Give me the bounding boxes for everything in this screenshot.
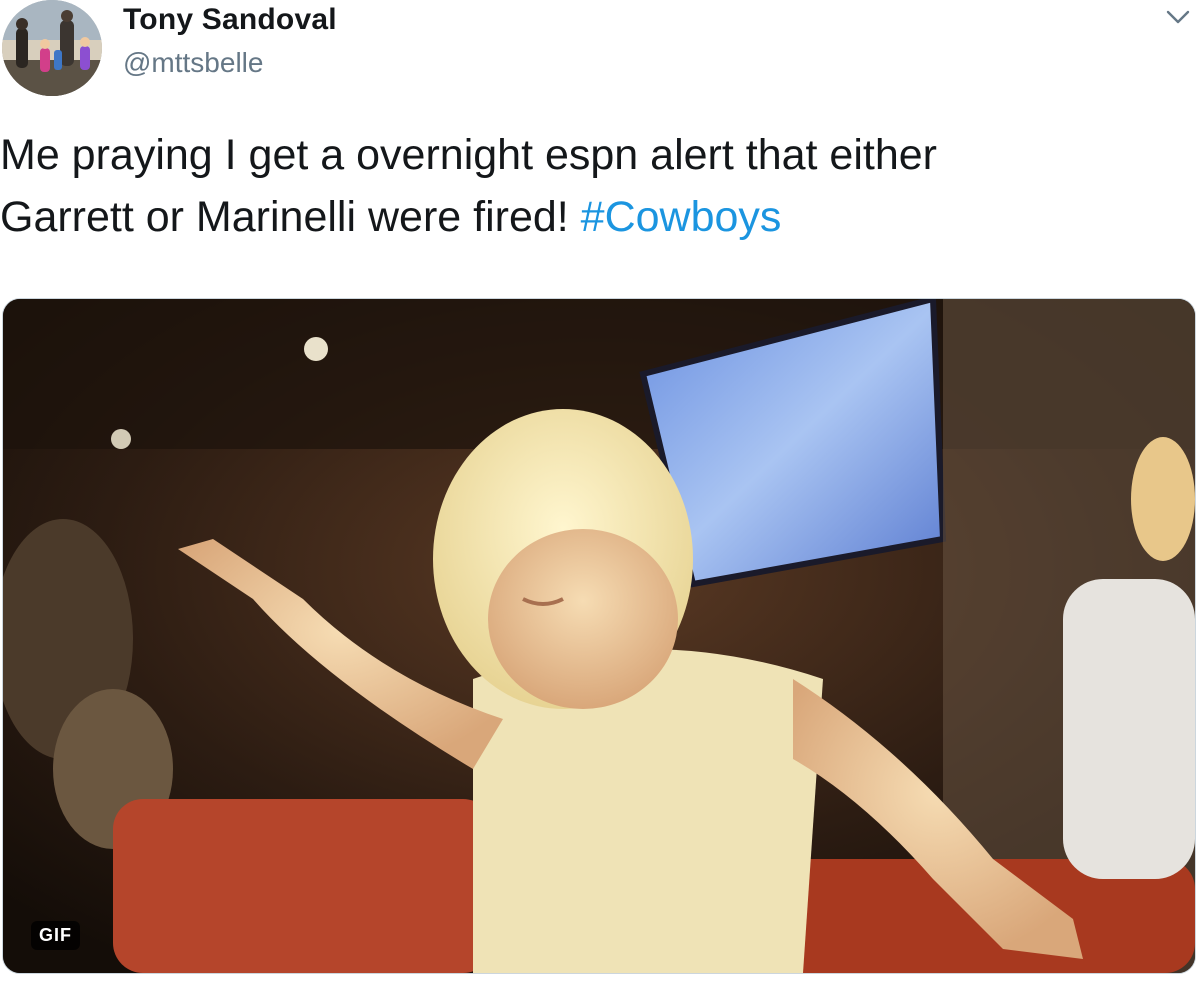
tweet-card: Tony Sandoval @mttsbelle Me praying I ge…	[0, 0, 1200, 982]
tweet-text: Me praying I get a overnight espn alert …	[0, 124, 1190, 248]
author-handle[interactable]: @mttsbelle	[123, 47, 263, 79]
praying-child-gif-icon	[3, 299, 1195, 973]
gif-badge: GIF	[31, 921, 80, 950]
author-avatar[interactable]	[2, 0, 102, 96]
tweet-text-line: Garrett or Marinelli were fired! #Cowboy…	[0, 186, 1190, 248]
profile-photo-icon	[2, 0, 102, 96]
author-display-name[interactable]: Tony Sandoval	[123, 3, 337, 37]
tweet-text-line: Me praying I get a overnight espn alert …	[0, 131, 937, 179]
chevron-down-icon[interactable]	[1164, 6, 1192, 28]
tweet-text-fragment: Garrett or Marinelli were fired!	[0, 193, 581, 241]
hashtag-link[interactable]: #Cowboys	[581, 193, 782, 241]
gif-media[interactable]: GIF	[2, 298, 1196, 974]
